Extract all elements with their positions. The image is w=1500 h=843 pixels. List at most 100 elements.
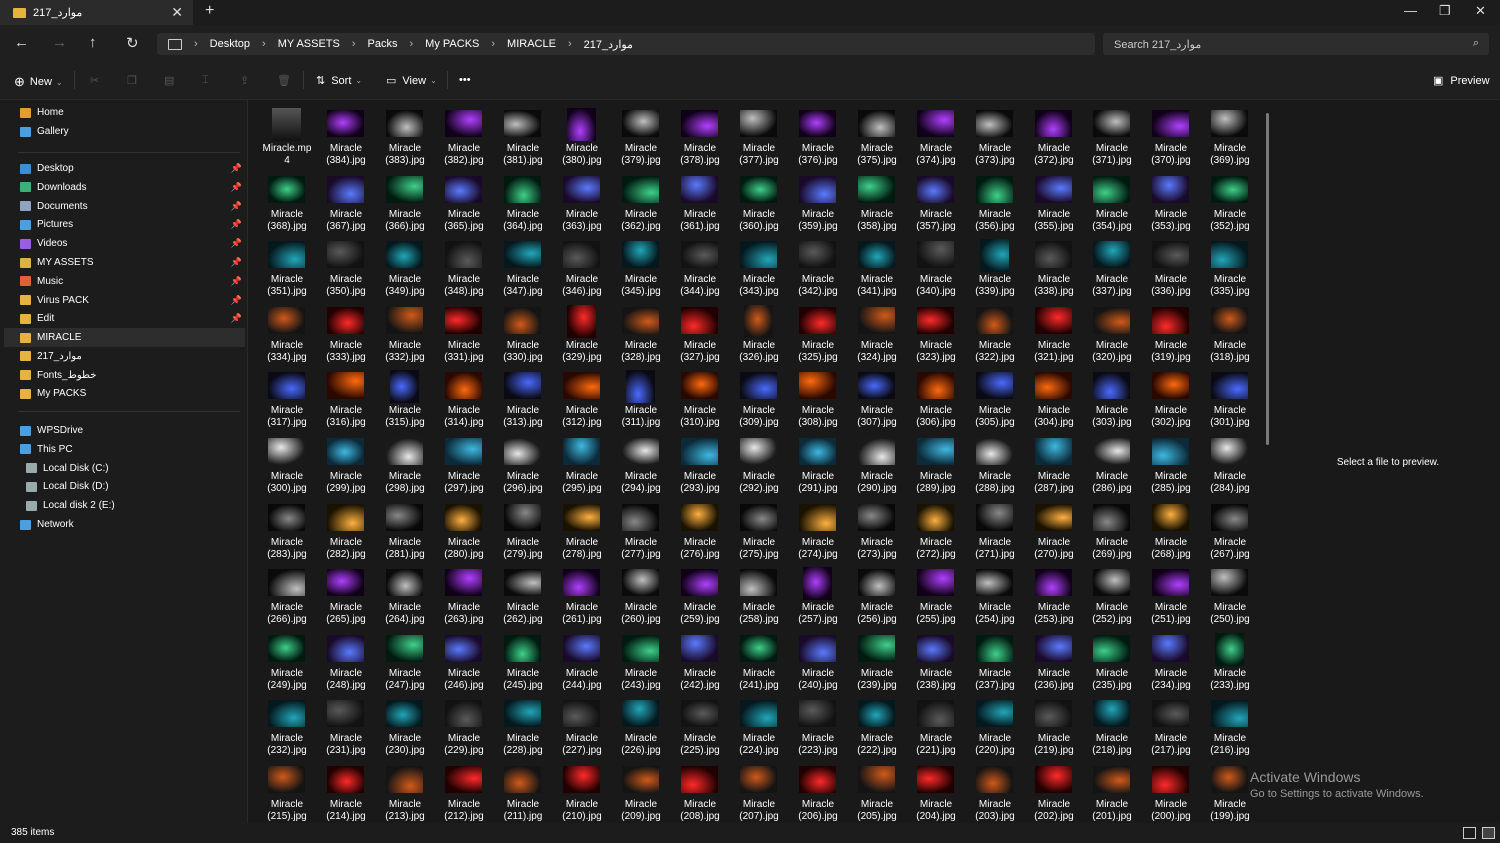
file-item[interactable]: Miracle (305).jpg	[966, 366, 1024, 429]
file-item[interactable]: Miracle (314).jpg	[435, 366, 493, 429]
file-item[interactable]: Miracle (335).jpg	[1201, 235, 1259, 298]
details-view-icon[interactable]	[1463, 827, 1476, 839]
sidebar-item[interactable]: Local Disk (D:)	[4, 477, 245, 496]
file-item[interactable]: Miracle (210).jpg	[553, 760, 611, 823]
file-item[interactable]: Miracle (322).jpg	[966, 301, 1024, 364]
file-item[interactable]: Miracle (312).jpg	[553, 366, 611, 429]
file-item[interactable]: Miracle (277).jpg	[612, 498, 670, 561]
file-item[interactable]: Miracle (213).jpg	[376, 760, 434, 823]
file-item[interactable]: Miracle (345).jpg	[612, 235, 670, 298]
file-item[interactable]: Miracle (311).jpg	[612, 366, 670, 429]
paste-icon[interactable]: ▤	[164, 74, 174, 87]
file-item[interactable]: Miracle (293).jpg	[671, 432, 729, 495]
sidebar-item[interactable]: Network	[4, 515, 245, 534]
file-item[interactable]: Miracle (228).jpg	[494, 694, 552, 757]
file-item[interactable]: Miracle (310).jpg	[671, 366, 729, 429]
file-item[interactable]: Miracle (304).jpg	[1025, 366, 1083, 429]
file-item[interactable]: Miracle (229).jpg	[435, 694, 493, 757]
file-item[interactable]: Miracle (278).jpg	[553, 498, 611, 561]
file-item[interactable]: Miracle (383).jpg	[376, 104, 434, 167]
file-item[interactable]: Miracle (356).jpg	[966, 170, 1024, 233]
file-item[interactable]: Miracle (242).jpg	[671, 629, 729, 692]
file-item[interactable]: Miracle.mp 4	[258, 104, 316, 167]
breadcrumb-item[interactable]: › MY ASSETS	[262, 38, 340, 50]
file-item[interactable]: Miracle (235).jpg	[1083, 629, 1141, 692]
sidebar-item[interactable]: Gallery	[4, 122, 245, 141]
copy-icon[interactable]: ❐	[127, 74, 137, 87]
file-item[interactable]: Miracle (207).jpg	[730, 760, 788, 823]
file-item[interactable]: Miracle (302).jpg	[1142, 366, 1200, 429]
file-item[interactable]: Miracle (296).jpg	[494, 432, 552, 495]
file-item[interactable]: Miracle (370).jpg	[1142, 104, 1200, 167]
breadcrumb-item[interactable]: › MIRACLE	[491, 38, 556, 50]
file-item[interactable]: Miracle (275).jpg	[730, 498, 788, 561]
sidebar-item[interactable]: WPSDrive	[4, 421, 245, 440]
address-bar[interactable]: › Desktop › MY ASSETS › Packs › My PACKS › MI…	[157, 33, 1095, 55]
file-item[interactable]: Miracle (286).jpg	[1083, 432, 1141, 495]
sidebar-item[interactable]: Edit 📌	[4, 309, 245, 328]
file-item[interactable]: Miracle (234).jpg	[1142, 629, 1200, 692]
file-item[interactable]: Miracle (245).jpg	[494, 629, 552, 692]
file-item[interactable]: Miracle (216).jpg	[1201, 694, 1259, 757]
file-item[interactable]: Miracle (340).jpg	[907, 235, 965, 298]
file-item[interactable]: Miracle (292).jpg	[730, 432, 788, 495]
file-item[interactable]: Miracle (211).jpg	[494, 760, 552, 823]
new-button[interactable]: ⊕ New ⌄	[14, 74, 63, 90]
file-item[interactable]: Miracle (331).jpg	[435, 301, 493, 364]
file-item[interactable]: Miracle (354).jpg	[1083, 170, 1141, 233]
file-item[interactable]: Miracle (283).jpg	[258, 498, 316, 561]
file-item[interactable]: Miracle (276).jpg	[671, 498, 729, 561]
file-item[interactable]: Miracle (315).jpg	[376, 366, 434, 429]
file-item[interactable]: Miracle (301).jpg	[1201, 366, 1259, 429]
file-item[interactable]: Miracle (373).jpg	[966, 104, 1024, 167]
file-item[interactable]: Miracle (338).jpg	[1025, 235, 1083, 298]
file-item[interactable]: Miracle (212).jpg	[435, 760, 493, 823]
file-item[interactable]: Miracle (209).jpg	[612, 760, 670, 823]
file-item[interactable]: Miracle (241).jpg	[730, 629, 788, 692]
file-item[interactable]: Miracle (378).jpg	[671, 104, 729, 167]
file-item[interactable]: Miracle (253).jpg	[1025, 563, 1083, 626]
delete-icon[interactable]: 🗑	[277, 74, 291, 87]
file-item[interactable]: Miracle (359).jpg	[789, 170, 847, 233]
refresh-button[interactable]: ↻	[126, 34, 139, 52]
file-item[interactable]: Miracle (368).jpg	[258, 170, 316, 233]
file-item[interactable]: Miracle (215).jpg	[258, 760, 316, 823]
back-button[interactable]: ←	[14, 34, 29, 51]
file-item[interactable]: Miracle (341).jpg	[848, 235, 906, 298]
file-item[interactable]: Miracle (303).jpg	[1083, 366, 1141, 429]
file-item[interactable]: Miracle (239).jpg	[848, 629, 906, 692]
file-item[interactable]: Miracle (221).jpg	[907, 694, 965, 757]
file-item[interactable]: Miracle (233).jpg	[1201, 629, 1259, 692]
file-item[interactable]: Miracle (231).jpg	[317, 694, 375, 757]
file-item[interactable]: Miracle (202).jpg	[1025, 760, 1083, 823]
file-item[interactable]: Miracle (261).jpg	[553, 563, 611, 626]
cut-icon[interactable]: ✂	[90, 74, 99, 87]
file-item[interactable]: Miracle (203).jpg	[966, 760, 1024, 823]
file-item[interactable]: Miracle (318).jpg	[1201, 301, 1259, 364]
close-window-button[interactable]: ✕	[1475, 3, 1486, 19]
file-item[interactable]: Miracle (264).jpg	[376, 563, 434, 626]
file-item[interactable]: Miracle (249).jpg	[258, 629, 316, 692]
sidebar-item[interactable]: Virus PACK 📌	[4, 291, 245, 310]
file-item[interactable]: Miracle (290).jpg	[848, 432, 906, 495]
file-item[interactable]: Miracle (309).jpg	[730, 366, 788, 429]
file-item[interactable]: Miracle (288).jpg	[966, 432, 1024, 495]
file-item[interactable]: Miracle (316).jpg	[317, 366, 375, 429]
file-item[interactable]: Miracle (355).jpg	[1025, 170, 1083, 233]
file-item[interactable]: Miracle (347).jpg	[494, 235, 552, 298]
file-item[interactable]: Miracle (369).jpg	[1201, 104, 1259, 167]
file-item[interactable]: Miracle (269).jpg	[1083, 498, 1141, 561]
file-item[interactable]: Miracle (361).jpg	[671, 170, 729, 233]
file-item[interactable]: Miracle (329).jpg	[553, 301, 611, 364]
preview-pane-button[interactable]: ▣ Preview	[1433, 74, 1490, 88]
file-item[interactable]: Miracle (300).jpg	[258, 432, 316, 495]
file-item[interactable]: Miracle (281).jpg	[376, 498, 434, 561]
file-item[interactable]: Miracle (224).jpg	[730, 694, 788, 757]
breadcrumb-item[interactable]: › Packs	[352, 38, 398, 50]
file-item[interactable]: Miracle (232).jpg	[258, 694, 316, 757]
file-item[interactable]: Miracle (226).jpg	[612, 694, 670, 757]
file-item[interactable]: Miracle (374).jpg	[907, 104, 965, 167]
file-item[interactable]: Miracle (298).jpg	[376, 432, 434, 495]
file-item[interactable]: Miracle (204).jpg	[907, 760, 965, 823]
file-item[interactable]: Miracle (243).jpg	[612, 629, 670, 692]
